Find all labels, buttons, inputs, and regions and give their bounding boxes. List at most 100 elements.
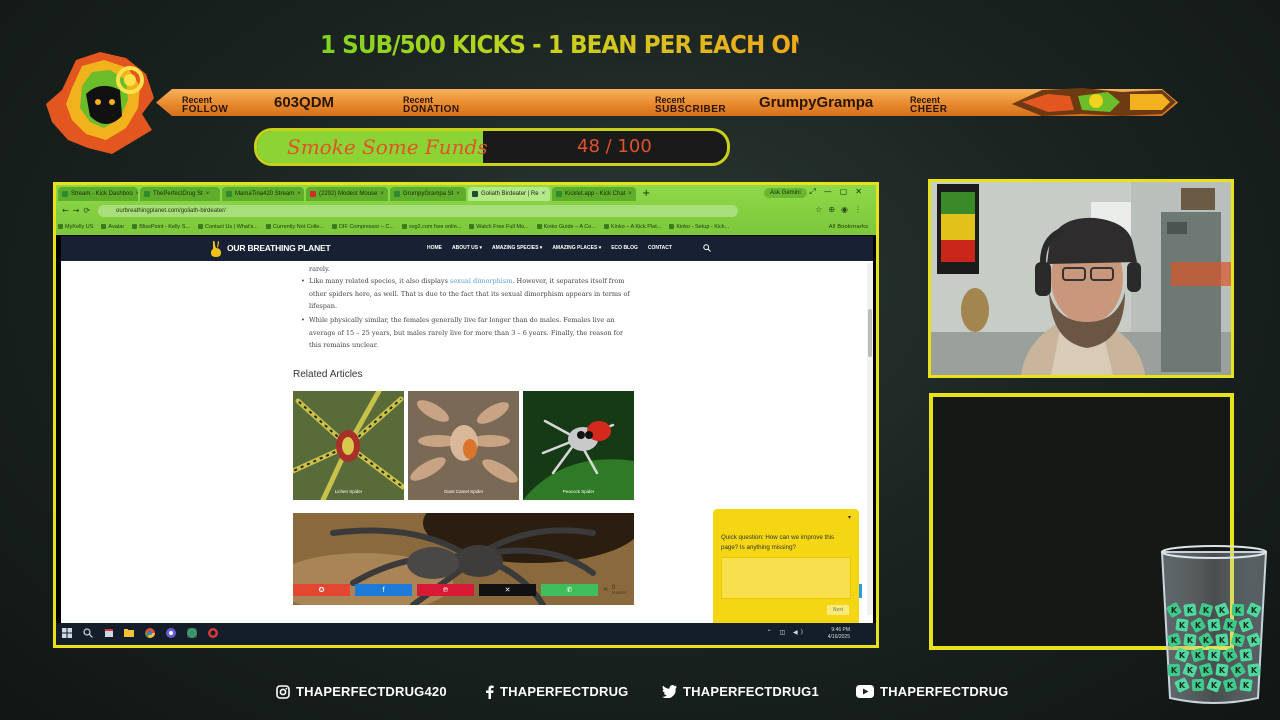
kick-chip-letter: K xyxy=(1171,636,1178,645)
feedback-widget: ▾ Quick question: How can we improve thi… xyxy=(713,509,859,623)
menu-item-eco-blog[interactable]: ECO BLOG xyxy=(611,245,638,251)
twitter-link[interactable]: THAPERFECTDRUG1 xyxy=(662,684,819,699)
all-bookmarks-button[interactable]: All Bookmarks xyxy=(829,224,868,230)
bookmark-item[interactable]: BlissPoint - Kelly S... xyxy=(132,224,190,230)
site-logo-text[interactable]: OUR BREATHING PLANET xyxy=(227,243,331,253)
obs-icon[interactable] xyxy=(208,628,218,638)
kick-chip-letter: K xyxy=(1211,621,1218,630)
file-explorer-icon[interactable] xyxy=(124,628,134,638)
toolbar-icons[interactable]: ☆⊕◉⋮ xyxy=(815,205,868,214)
system-tray-icons[interactable]: ⌃ ◫ ◀) xyxy=(767,629,806,636)
sexual-dimorphism-link[interactable]: sexual dimorphism xyxy=(450,277,512,285)
kick-chip-letter: K xyxy=(1203,636,1210,645)
kick-chip-letter: K xyxy=(1219,636,1226,645)
bookmark-item[interactable]: MyKelly US xyxy=(58,224,93,230)
bookmark-item[interactable]: Currently Not Colle... xyxy=(265,224,324,230)
facebook-share-button[interactable]: f xyxy=(355,583,412,596)
recent-follow-label: Recent FOLLOW xyxy=(182,95,229,115)
rabbit-logo-icon[interactable] xyxy=(209,240,223,257)
bookmark-item[interactable]: svg2.com free onlin... xyxy=(401,224,461,230)
kick-chip-letter: K xyxy=(1187,636,1194,645)
youtube-link[interactable]: THAPERFECTDRUG xyxy=(856,684,1008,699)
browser-tab[interactable]: (2292) Modest Mouse × xyxy=(306,187,388,201)
windows-start-icon[interactable] xyxy=(62,628,72,638)
kick-chip-letter: K xyxy=(1251,666,1258,675)
search-icon[interactable] xyxy=(703,244,711,252)
kick-chip-letter: K xyxy=(1179,681,1186,690)
ask-gemini-button[interactable]: Ask Gemini xyxy=(764,188,807,198)
navigation-arrows-icon[interactable]: ←→⟳ xyxy=(62,206,94,215)
menu-item-amazing-places[interactable]: AMAZING PLACES ▾ xyxy=(552,245,601,251)
kick-chip-letter: K xyxy=(1235,636,1242,645)
menu-item-contact[interactable]: CONTACT xyxy=(648,245,672,251)
bookmark-item[interactable]: Avatar xyxy=(101,224,124,230)
browser-tab[interactable]: MamaTina420 Stream × xyxy=(222,187,304,201)
kick-chip-letter: K xyxy=(1179,651,1186,660)
url-input[interactable]: ourbreathingplanet.com/goliath-birdeater… xyxy=(98,205,738,217)
ribbon-lion-art-icon xyxy=(1012,88,1176,116)
whatsapp-share-button[interactable]: ✆ xyxy=(541,583,598,596)
kick-favicon-icon xyxy=(394,191,400,197)
bookmark-item[interactable]: Watch Free Full Mo... xyxy=(469,224,529,230)
system-clock[interactable]: 9:46 PM 4/16/2025 xyxy=(828,627,850,641)
browser-tab-active[interactable]: Goliath Birdeater | Re × xyxy=(468,187,550,201)
feedback-side-tab[interactable] xyxy=(859,584,862,598)
feedback-next-button[interactable]: Next xyxy=(827,605,849,615)
reddit-share-button[interactable]: ✪ xyxy=(293,583,350,596)
bookmark-item[interactable]: Contact Us | What's... xyxy=(197,224,258,230)
close-tab-icon[interactable]: × xyxy=(380,191,384,197)
kick-chip-letter: K xyxy=(1243,681,1250,690)
bookmarks-bar: MyKelly US Avatar BlissPoint - Kelly S..… xyxy=(58,220,874,233)
browser-tab[interactable]: ThePerfectDrug St × xyxy=(140,187,220,201)
browser-tab[interactable]: Stream - Kick Dashboo × xyxy=(58,187,138,201)
recent-follow-name: 603QDM xyxy=(274,94,335,111)
menu-item-about-us[interactable]: ABOUT US ▾ xyxy=(452,245,482,251)
facebook-link[interactable]: THAPERFECTDRUG xyxy=(485,684,628,699)
recent-cheer-label: Recent CHEER xyxy=(910,95,948,115)
new-tab-button[interactable]: + xyxy=(638,187,654,203)
close-tab-icon[interactable]: × xyxy=(297,191,301,197)
recent-donation-label: Recent DONATION xyxy=(403,95,460,115)
related-article-card[interactable]: Giant Camel Spider xyxy=(408,391,519,500)
related-article-caption: Lichen Spider xyxy=(334,489,363,494)
kick-chip-letter: K xyxy=(1219,606,1226,615)
chevron-down-icon[interactable]: ▾ xyxy=(848,514,851,521)
related-article-card[interactable]: Peacock Spider xyxy=(523,391,634,500)
menu-item-home[interactable]: HOME xyxy=(427,245,442,251)
menu-item-amazing-species[interactable]: AMAZING SPECIES ▾ xyxy=(492,245,542,251)
bookmark-item[interactable]: Kinko Guide – A Co... xyxy=(536,224,596,230)
x-share-button[interactable]: ✕ xyxy=(479,583,536,596)
close-tab-icon[interactable]: × xyxy=(206,191,210,197)
share-bar: ✪ f ℗ ✕ ✆ ⋖ 0 SHARES xyxy=(293,583,626,596)
page-scrollbar[interactable] xyxy=(867,263,873,615)
bookmark-item[interactable]: Kinko – A Kick Plat... xyxy=(603,224,661,230)
pinterest-share-button[interactable]: ℗ xyxy=(417,583,474,596)
donation-goal-label: Smoke Some Funds xyxy=(287,135,488,159)
bookmark-item[interactable]: DIF Compressor – C... xyxy=(331,224,394,230)
scrollbar-thumb[interactable] xyxy=(868,309,872,357)
calendar-app-icon[interactable] xyxy=(104,628,114,638)
kick-chip-letter: K xyxy=(1211,651,1218,660)
twitter-icon xyxy=(662,685,677,698)
close-tab-icon[interactable]: × xyxy=(542,191,546,197)
chrome-icon[interactable] xyxy=(145,628,155,638)
screen-capture-frame: Stream - Kick Dashboo × ThePerfectDrug St… xyxy=(53,182,879,648)
browser-tab[interactable]: Kicklet.app - Kick Chat × xyxy=(552,187,636,201)
window-controls[interactable]: ⤢—▢✕ xyxy=(809,187,870,197)
share-count: ⋖ 0 SHARES xyxy=(603,584,627,595)
feedback-input[interactable] xyxy=(721,557,851,599)
article-bullet: While physically similar, the females ge… xyxy=(301,314,631,352)
instagram-link[interactable]: THAPERFECTDRUG420 xyxy=(276,684,447,699)
chrome-profile-icon[interactable] xyxy=(166,628,176,638)
kick-chip-letter: K xyxy=(1203,666,1210,675)
close-tab-icon[interactable]: × xyxy=(456,191,460,197)
search-icon[interactable] xyxy=(83,628,93,638)
instagram-icon xyxy=(276,684,290,699)
donation-goal-bar: Smoke Some Funds 48 / 100 xyxy=(254,128,730,166)
close-tab-icon[interactable]: × xyxy=(136,191,138,197)
browser-tab[interactable]: GrumpyGrampa St × xyxy=(390,187,466,201)
bookmark-item[interactable]: Kinko - Setup - Kick... xyxy=(669,224,729,230)
chrome-active-icon[interactable] xyxy=(187,628,197,638)
close-tab-icon[interactable]: × xyxy=(628,191,632,197)
related-article-card[interactable]: Lichen Spider xyxy=(293,391,404,500)
